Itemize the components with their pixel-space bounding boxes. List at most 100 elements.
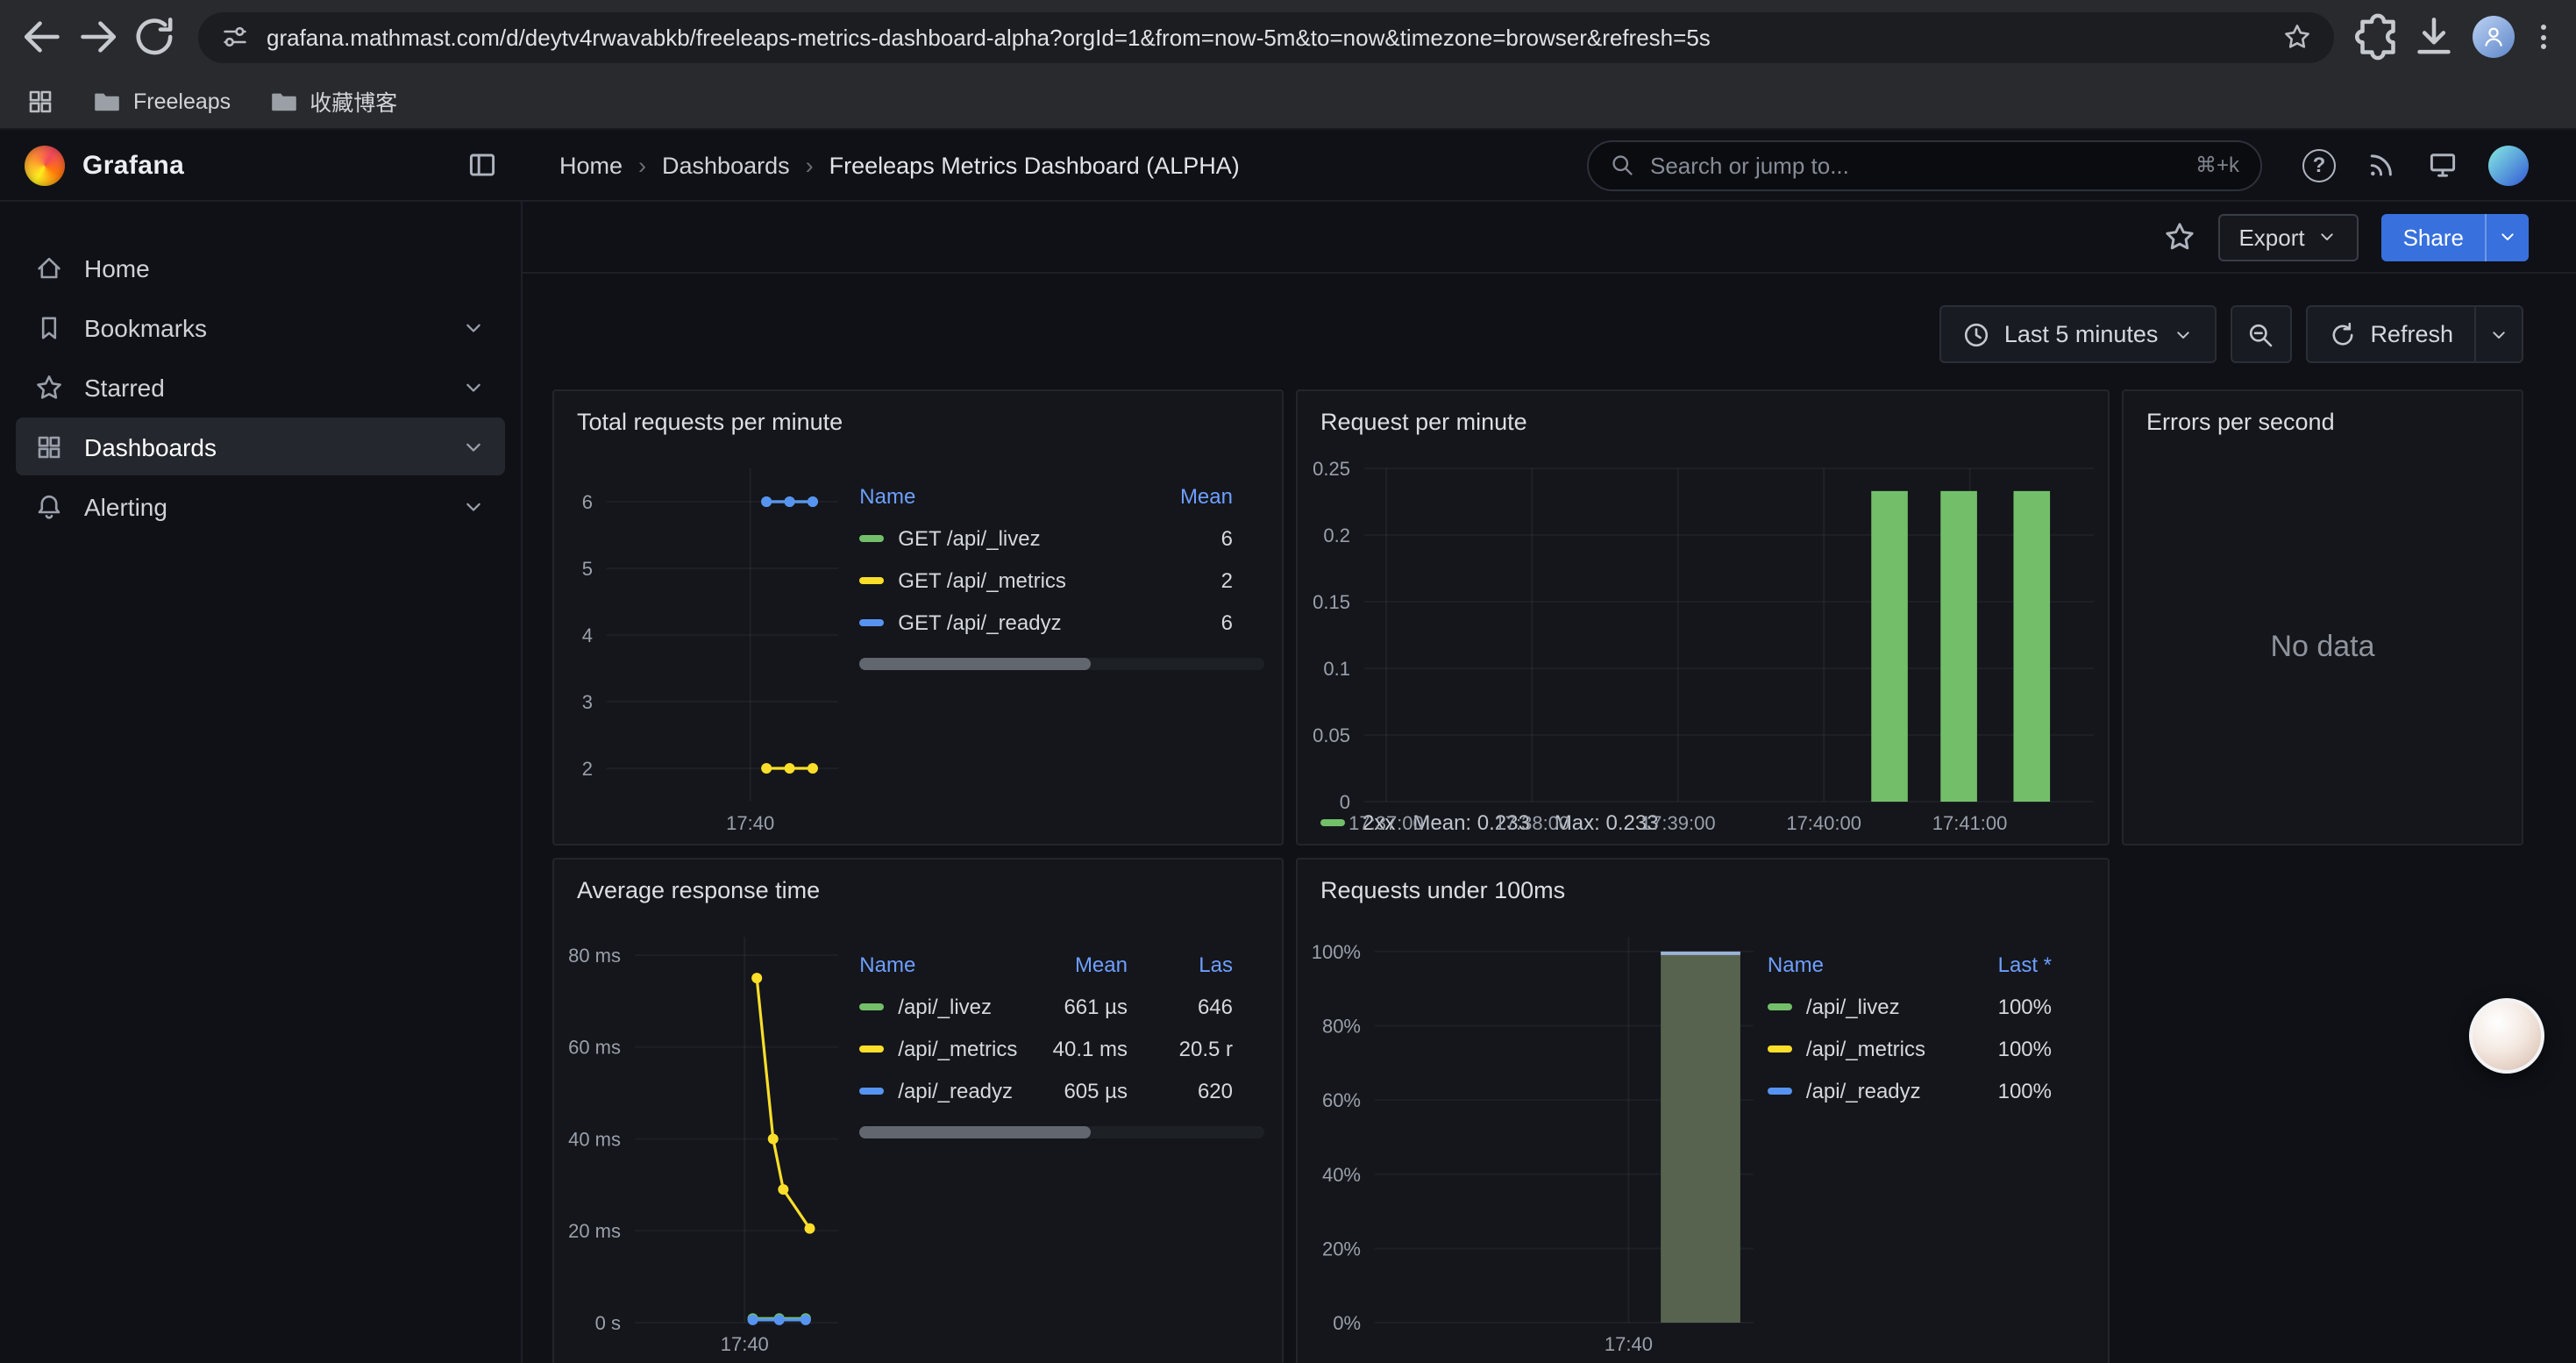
bookmark-folder-blogs[interactable]: 收藏博客 (269, 84, 397, 118)
total-requests-chart: 17:4065432 (554, 451, 852, 844)
legend-column-last-[interactable]: Last * (1946, 953, 2052, 977)
breadcrumb-item-dashboards[interactable]: Dashboards (662, 152, 790, 178)
header-icons: ? (2302, 145, 2529, 185)
series-color-swatch (859, 619, 884, 626)
legend-value: 100% (1946, 995, 2052, 1019)
legend-scrollbar[interactable] (859, 1126, 1264, 1138)
panel-title[interactable]: Errors per second (2124, 391, 2522, 451)
favorite-dashboard-icon[interactable] (2163, 221, 2195, 253)
back-button[interactable] (18, 12, 67, 61)
legend-series-name[interactable]: GET /api/_livez (859, 526, 1128, 551)
legend-series-name[interactable]: /api/_metrics (859, 1037, 1022, 1061)
svg-text:0: 0 (1340, 791, 1350, 813)
chevron-down-icon[interactable] (461, 434, 486, 459)
search-box[interactable]: ⌘+k (1587, 139, 2262, 190)
legend-row: /api/_metrics40.1 ms20.5 r (859, 1028, 1264, 1070)
downloads-icon[interactable] (2409, 12, 2459, 61)
zoom-out-button[interactable] (2230, 305, 2291, 363)
browser-profile-avatar[interactable] (2473, 16, 2515, 58)
extensions-icon[interactable] (2353, 12, 2402, 61)
legend-series-name[interactable]: /api/_livez (859, 995, 1022, 1019)
sidebar-item-label: Bookmarks (84, 313, 440, 341)
share-button[interactable]: Share (2382, 213, 2529, 260)
legend-value: 40.1 ms (1022, 1037, 1128, 1061)
content: Export Share Last 5 minutes (523, 202, 2576, 1363)
legend-column-name[interactable]: Name (859, 953, 1022, 977)
reload-button[interactable] (130, 12, 179, 61)
chevron-down-icon[interactable] (461, 375, 486, 399)
sidebar-item-dashboards[interactable]: Dashboards (16, 417, 505, 475)
panel-title[interactable]: Requests under 100ms (1298, 860, 2108, 919)
star-icon (35, 373, 63, 401)
brand-zone: Grafana (0, 145, 523, 185)
address-bar[interactable]: grafana.mathmast.com/d/deytv4rwavabkb/fr… (198, 11, 2334, 62)
legend-column-las[interactable]: Las (1128, 953, 1233, 977)
legend-scrollbar-thumb[interactable] (859, 1126, 1090, 1138)
legend-series-name[interactable]: GET /api/_metrics (859, 568, 1128, 593)
legend-series-name[interactable]: /api/_readyz (1768, 1079, 1946, 1103)
user-avatar[interactable] (2488, 145, 2529, 185)
chevron-down-icon[interactable] (461, 494, 486, 518)
legend-column-name[interactable]: Name (859, 484, 1128, 509)
share-dropdown[interactable] (2485, 213, 2529, 260)
time-range-picker[interactable]: Last 5 minutes (1939, 305, 2217, 363)
panel-title[interactable]: Request per minute (1298, 391, 2108, 451)
legend-scrollbar[interactable] (859, 658, 1264, 670)
collapse-sidebar-icon[interactable] (466, 149, 498, 181)
legend-scrollbar-thumb[interactable] (859, 658, 1090, 670)
panel-average-response-time: Average response time 17:4080 ms60 ms40 … (552, 858, 1284, 1363)
legend-series-name[interactable]: /api/_readyz (859, 1079, 1022, 1103)
bookmark-star-icon[interactable] (2283, 23, 2311, 51)
svg-text:20 ms: 20 ms (568, 1220, 621, 1242)
export-button[interactable]: Export (2217, 213, 2359, 260)
legend-value: 646 (1128, 995, 1233, 1019)
chevron-down-icon (2488, 324, 2509, 345)
search-input[interactable] (1650, 152, 2180, 178)
legend-column-mean[interactable]: Mean (1022, 953, 1128, 977)
bookmark-folder-freeleaps[interactable]: Freeleaps (93, 87, 231, 115)
sidebar-item-starred[interactable]: Starred (16, 358, 505, 416)
svg-text:5: 5 (582, 558, 593, 580)
floating-assistant-avatar[interactable] (2469, 998, 2544, 1074)
folder-icon (269, 87, 297, 115)
sidebar-item-alerting[interactable]: Alerting (16, 477, 505, 535)
legend-series-name[interactable]: /api/_livez (1768, 995, 1946, 1019)
sidebar-item-bookmarks[interactable]: Bookmarks (16, 298, 505, 356)
svg-text:80 ms: 80 ms (568, 945, 621, 967)
legend-series-name[interactable]: GET /api/_readyz (859, 610, 1128, 635)
chevron-down-icon[interactable] (461, 315, 486, 339)
panel-title[interactable]: Average response time (554, 860, 1282, 919)
legend-column-mean[interactable]: Mean (1128, 484, 1233, 509)
no-data-message: No data (2124, 451, 2522, 844)
legend-row: /api/_livez100% (1768, 986, 2083, 1028)
news-rss-icon[interactable] (2366, 149, 2397, 181)
legend-value: 100% (1946, 1079, 2052, 1103)
person-icon (2481, 25, 2506, 49)
url-text[interactable]: grafana.mathmast.com/d/deytv4rwavabkb/fr… (267, 24, 2266, 50)
panel-requests-under-100ms: Requests under 100ms 17:40100%80%60%40%2… (1296, 858, 2110, 1363)
chevron-down-icon (2172, 324, 2193, 345)
forward-button[interactable] (74, 12, 123, 61)
refresh-button[interactable]: Refresh (2305, 305, 2523, 363)
sidebar-nav: Home Bookmarks StarredDashboards Alerting (0, 202, 523, 1363)
total-requests-legend: NameMeanGET /api/_livez6GET /api/_metric… (852, 451, 1282, 844)
legend-header: NameMean (859, 475, 1264, 517)
zoom-out-icon (2246, 320, 2274, 348)
sidebar-item-label: Alerting (84, 492, 440, 520)
browser-menu-button[interactable] (2529, 16, 2558, 58)
share-label[interactable]: Share (2382, 213, 2485, 260)
grafana-logo[interactable] (25, 145, 65, 185)
legend-column-name[interactable]: Name (1768, 953, 1946, 977)
refresh-interval-dropdown[interactable] (2474, 307, 2522, 361)
help-icon[interactable]: ? (2302, 148, 2336, 182)
tune-icon[interactable] (221, 23, 249, 51)
breadcrumb-item-home[interactable]: Home (559, 152, 623, 178)
apps-grid-icon[interactable] (26, 87, 54, 115)
brand-name: Grafana (82, 150, 184, 180)
kiosk-monitor-icon[interactable] (2427, 149, 2459, 181)
svg-text:17:39:00: 17:39:00 (1640, 812, 1716, 834)
svg-text:6: 6 (582, 491, 593, 513)
sidebar-item-home[interactable]: Home (16, 239, 505, 296)
legend-series-name[interactable]: /api/_metrics (1768, 1037, 1946, 1061)
panel-title[interactable]: Total requests per minute (554, 391, 1282, 451)
